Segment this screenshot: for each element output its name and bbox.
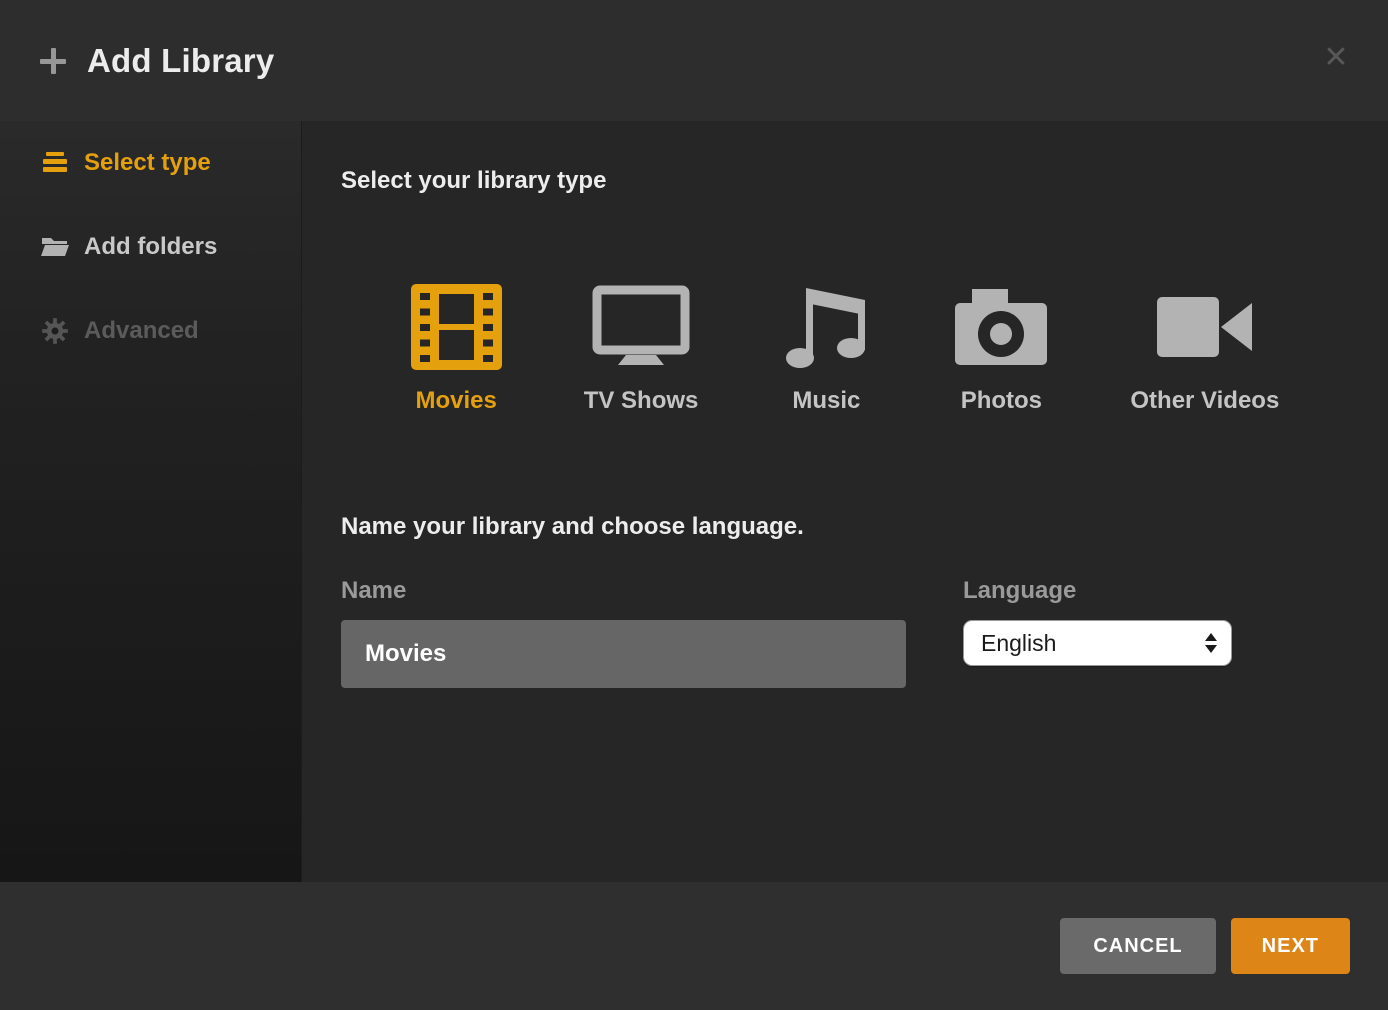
name-field-group: Name [341,577,906,688]
sidebar: Select type Add folders [0,121,302,882]
plus-icon [38,46,68,76]
language-select-value: English [981,630,1056,657]
sidebar-item-advanced: Advanced [0,289,301,373]
video-camera-icon [1156,283,1254,371]
sidebar-item-add-folders[interactable]: Add folders [0,205,301,289]
sidebar-item-select-type[interactable]: Select type [0,121,301,205]
library-type-label: TV Shows [584,387,699,415]
language-label: Language [963,577,1232,605]
library-type-music[interactable]: Music [780,283,872,415]
fields-row: Name Language English [341,577,1388,688]
library-type-label: Photos [961,387,1042,415]
gear-icon [40,317,70,345]
library-type-photos[interactable]: Photos [954,283,1048,415]
library-type-other-videos[interactable]: Other Videos [1130,283,1279,415]
name-label: Name [341,577,906,605]
library-name-input[interactable] [341,620,906,688]
library-type-label: Other Videos [1130,387,1279,415]
camera-icon [954,283,1048,371]
music-notes-icon [780,283,872,371]
library-type-label: Movies [416,387,497,415]
close-button[interactable]: ✕ [1314,36,1358,80]
next-button[interactable]: NEXT [1231,918,1350,974]
library-type-movies[interactable]: Movies [411,283,502,415]
film-strip-icon [411,283,502,371]
library-type-row: Movies TV Shows [302,283,1388,415]
sidebar-item-label: Add folders [84,233,217,261]
tv-monitor-icon [592,283,690,371]
language-select[interactable]: English [963,620,1232,666]
language-field-group: Language English [963,577,1232,666]
dialog-footer: CANCEL NEXT [0,882,1388,1010]
name-section-heading: Name your library and choose language. [341,513,1388,541]
library-type-tv-shows[interactable]: TV Shows [584,283,699,415]
main-panel: Select your library type Movies [302,121,1388,882]
select-stepper-arrows-icon [1204,632,1218,654]
sidebar-item-label: Select type [84,149,211,177]
library-type-label: Music [792,387,860,415]
cancel-button[interactable]: CANCEL [1060,918,1215,974]
select-type-list-icon [40,149,70,177]
add-library-dialog: Add Library ✕ Select type Add folders [0,0,1388,1010]
sidebar-item-label: Advanced [84,317,199,345]
dialog-title: Add Library [87,42,274,80]
dialog-header: Add Library ✕ [0,0,1388,121]
open-folder-icon [40,234,70,260]
section-title: Select your library type [341,167,1388,195]
